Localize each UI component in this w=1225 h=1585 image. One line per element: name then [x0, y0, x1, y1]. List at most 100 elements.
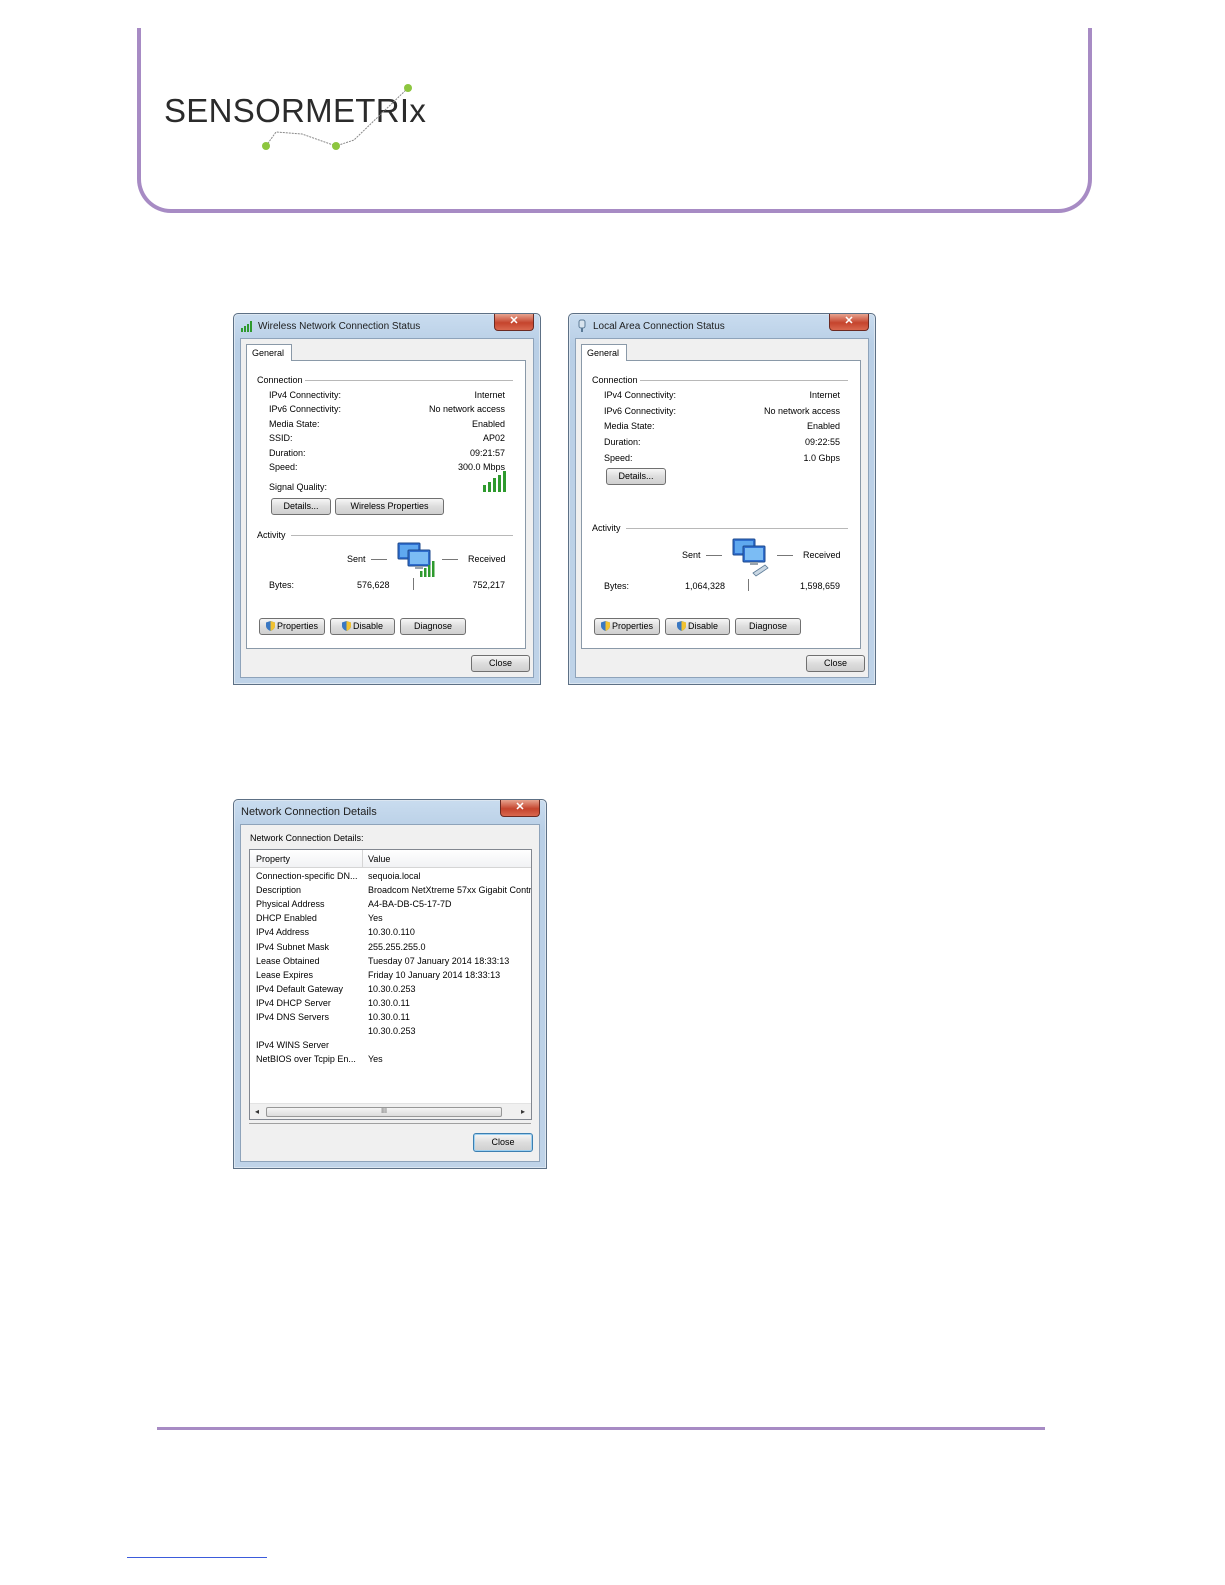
property-cell: IPv4 Address — [256, 927, 310, 938]
property-cell: Physical Address — [256, 899, 325, 910]
table-row[interactable]: Lease Obtained Tuesday 07 January 2014 18… — [250, 956, 531, 970]
table-row[interactable]: IPv4 Subnet Mask 255.255.255.0 — [250, 942, 531, 956]
uac-shield-icon — [341, 621, 351, 631]
table-row[interactable]: Physical Address A4-BA-DB-C5-17-7D — [250, 899, 531, 913]
tab-general[interactable]: General — [581, 344, 627, 361]
ipv4-value: Internet — [474, 390, 505, 400]
speed-value: 1.0 Gbps — [803, 453, 840, 463]
divider — [249, 1123, 531, 1124]
property-cell: Lease Obtained — [256, 955, 320, 966]
property-cell: IPv4 DNS Servers — [256, 1012, 330, 1022]
disable-button[interactable]: Disable — [665, 618, 730, 635]
table-row[interactable]: NetBIOS over Tcpip En... Yes — [250, 1054, 531, 1068]
uac-shield-icon — [265, 621, 275, 631]
details-list[interactable]: Property Value Connection-specific DN...… — [249, 849, 532, 1120]
logo-network-graphic — [262, 84, 412, 150]
ipv6-value: No network access — [428, 404, 505, 414]
scroll-thumb[interactable]: III — [266, 1107, 502, 1117]
column-header-value[interactable]: Value — [368, 854, 390, 864]
ipv4-label: IPv4 Connectivity: — [604, 390, 677, 400]
sent-line — [706, 555, 722, 556]
received-line — [777, 555, 793, 556]
received-label: Received — [803, 550, 841, 560]
column-header-property[interactable]: Property — [256, 854, 290, 864]
property-cell: IPv4 Subnet Mask — [256, 941, 330, 952]
table-row[interactable]: Lease Expires Friday 10 January 2014 18:3… — [250, 970, 531, 984]
close-button[interactable]: Close — [471, 655, 530, 672]
signal-quality-label: Signal Quality: — [269, 482, 328, 492]
table-row[interactable]: DHCP Enabled Yes — [250, 913, 531, 927]
received-line — [442, 559, 458, 560]
value-cell: Broadcom NetXtreme 57xx Gigabit Contro — [368, 885, 532, 896]
activity-group-label: Activity — [592, 523, 621, 533]
connection-group-label: Connection — [257, 375, 303, 385]
tab-general[interactable]: General — [246, 344, 292, 361]
connection-group-label: Connection — [592, 375, 638, 385]
value-cell: Yes — [368, 913, 383, 924]
general-panel: Connection IPv4 Connectivity: Internet I… — [581, 360, 861, 649]
value-cell: 10.30.0.253 — [368, 1026, 416, 1037]
duration-value: 09:21:57 — [469, 448, 505, 458]
disable-button[interactable]: Disable — [330, 618, 395, 635]
general-panel: Connection IPv4 Connectivity: Internet I… — [246, 360, 526, 649]
bytes-received-value: 752,217 — [472, 580, 505, 590]
connection-details-window: Network Connection Details ✕ Network Con… — [233, 799, 547, 1169]
signal-bars-icon — [241, 321, 252, 332]
close-button[interactable]: Close — [806, 655, 865, 672]
table-row[interactable]: IPv4 DHCP Server 10.30.0.11 — [250, 998, 531, 1012]
divider — [291, 535, 513, 536]
ipv6-value: No network access — [763, 406, 840, 416]
divider — [640, 380, 848, 381]
close-window-button[interactable]: ✕ — [829, 314, 869, 331]
window-client: Network Connection Details: Property Val… — [240, 824, 540, 1162]
ipv6-label: IPv6 Connectivity: — [604, 406, 677, 416]
table-row[interactable]: Description Broadcom NetXtreme 57xx Gigab… — [250, 885, 531, 899]
diagnose-button[interactable]: Diagnose — [400, 618, 466, 635]
duration-value: 09:22:55 — [804, 437, 840, 447]
window-title: Network Connection Details — [241, 806, 377, 818]
table-row[interactable]: Connection-specific DN... sequoia.local — [250, 871, 531, 885]
details-button[interactable]: Details... — [271, 498, 331, 515]
activity-group-label: Activity — [257, 530, 286, 540]
wireless-properties-button[interactable]: Wireless Properties — [335, 498, 444, 515]
bytes-sent-value: 1,064,328 — [685, 581, 726, 591]
sent-label: Sent — [682, 550, 701, 560]
property-cell: Lease Expires — [256, 969, 314, 980]
table-row[interactable]: IPv4 WINS Server — [250, 1040, 531, 1054]
value-cell: 10.30.0.11 — [368, 1012, 410, 1022]
diagnose-button[interactable]: Diagnose — [735, 618, 801, 635]
property-cell: IPv4 DHCP Server — [256, 997, 331, 1008]
sensormetrix-logo: SENSORMETRIx — [164, 82, 444, 154]
property-cell: Description — [256, 885, 302, 896]
scroll-left-icon[interactable]: ◂ — [255, 1107, 259, 1116]
table-row[interactable]: IPv4 Address 10.30.0.110 — [250, 927, 531, 941]
uac-shield-icon — [600, 621, 610, 631]
details-button[interactable]: Details... — [606, 468, 666, 485]
signal-quality-icon — [483, 471, 506, 492]
ipv4-label: IPv4 Connectivity: — [269, 390, 342, 400]
close-button[interactable]: Close — [473, 1133, 533, 1152]
close-window-button[interactable]: ✕ — [500, 800, 540, 817]
ssid-value: AP02 — [482, 433, 505, 443]
titlebar[interactable]: Network Connection Details ✕ — [234, 800, 546, 824]
titlebar[interactable]: Wireless Network Connection Status ✕ — [234, 314, 540, 338]
bytes-label: Bytes: — [269, 580, 295, 590]
table-row[interactable]: IPv4 Default Gateway 10.30.0.253 — [250, 984, 531, 998]
ssid-label: SSID: — [269, 433, 293, 443]
disable-button-label: Disable — [352, 621, 383, 631]
property-cell: IPv4 WINS Server — [256, 1040, 330, 1051]
value-cell: sequoia.local — [368, 871, 421, 881]
horizontal-scrollbar[interactable]: ◂ III ▸ — [250, 1103, 531, 1119]
titlebar[interactable]: Local Area Connection Status ✕ — [569, 314, 875, 338]
properties-button[interactable]: Properties — [594, 618, 660, 635]
column-divider[interactable] — [362, 850, 363, 868]
close-window-button[interactable]: ✕ — [494, 314, 534, 331]
scroll-right-icon[interactable]: ▸ — [521, 1107, 525, 1116]
properties-button[interactable]: Properties — [259, 618, 325, 635]
table-row[interactable]: 10.30.0.253 — [250, 1026, 531, 1040]
window-client: General Connection IPv4 Connectivity: In… — [240, 338, 534, 678]
window-title: Local Area Connection Status — [593, 321, 725, 332]
table-row[interactable]: IPv4 DNS Servers 10.30.0.11 — [250, 1012, 531, 1026]
ethernet-plug-icon — [578, 319, 586, 332]
ipv6-label: IPv6 Connectivity: — [269, 404, 342, 414]
